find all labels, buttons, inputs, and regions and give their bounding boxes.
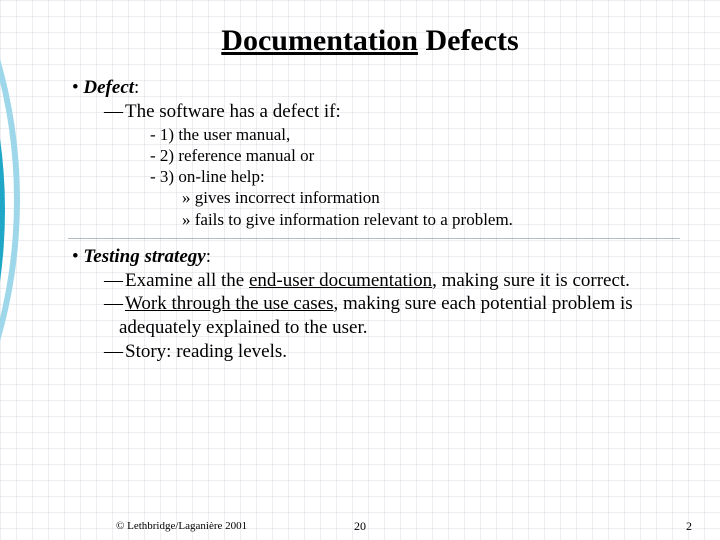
defect-intro: The software has a defect if:	[104, 100, 680, 124]
list-item: 1) the user manual,	[150, 124, 680, 145]
content-area: Defect: The software has a defect if: 1)…	[60, 76, 680, 364]
bullet-defect: Defect:	[72, 76, 680, 100]
strategy-point-1: Examine all the end-user documentation, …	[104, 269, 680, 293]
strategy-point-2: Work through the use cases, making sure …	[104, 292, 680, 340]
list-item: fails to give information relevant to a …	[182, 209, 680, 230]
page-number-right: 2	[686, 519, 692, 534]
bullet-testing-strategy: Testing strategy:	[72, 245, 680, 269]
slide-title: Documentation Defects	[60, 24, 680, 58]
list-item: gives incorrect information	[182, 187, 680, 208]
page-number-center: 20	[354, 519, 366, 534]
strategy-point-3: Story: reading levels.	[104, 340, 680, 364]
title-underlined: Documentation	[221, 24, 418, 57]
divider-line	[68, 238, 680, 239]
slide-body: Documentation Defects Defect: The softwa…	[0, 0, 720, 540]
copyright-text: © Lethbridge/Laganière 2001	[116, 520, 247, 532]
list-item: 3) on-line help:	[150, 166, 680, 187]
title-rest: Defects	[418, 24, 519, 57]
list-item: 2) reference manual or	[150, 145, 680, 166]
